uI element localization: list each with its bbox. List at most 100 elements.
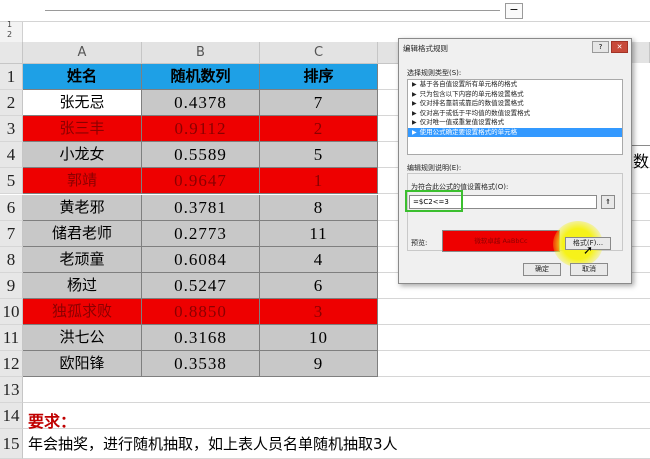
row-header-2[interactable]: 2 <box>0 90 23 117</box>
table-cell-rank[interactable]: 2 <box>260 116 378 143</box>
ok-button[interactable]: 确定 <box>523 263 561 276</box>
rule-type-label-text: 仅对唯一值或重复值设置格式 <box>419 118 505 126</box>
empty-cells-row-13 <box>23 377 650 404</box>
rule-type-list[interactable]: ▶ 基于各自值设置所有单元格的格式 ▶ 只为包含以下内容的单元格设置格式 ▶ 仅对排名靠前… <box>407 79 623 155</box>
table-cell-rank[interactable]: 4 <box>260 246 378 273</box>
table-cell-name[interactable]: 张无忌 <box>23 90 142 117</box>
table-cell-rank[interactable]: 3 <box>260 298 378 325</box>
row-header-5[interactable]: 5 <box>0 168 23 195</box>
outline-level-2[interactable]: 2 <box>7 30 12 39</box>
row-header-9[interactable]: 9 <box>0 272 23 299</box>
table-header-cell[interactable]: 姓名 <box>23 64 142 91</box>
table-cell-name[interactable]: 杨过 <box>23 272 142 299</box>
table-cell-rank[interactable]: 8 <box>260 194 378 221</box>
triangle-bullet-icon: ▶ <box>412 109 417 117</box>
triangle-bullet-icon: ▶ <box>412 100 417 107</box>
outline-level-buttons: 1 2 <box>0 20 23 42</box>
formula-annotation-box <box>405 190 463 212</box>
table-header-cell[interactable]: 随机数列 <box>142 64 260 91</box>
format-preview: 微软卓越 AaBbCc <box>442 230 560 252</box>
table-cell-name[interactable]: 独孤求败 <box>23 298 142 325</box>
formula-bar: − <box>0 0 650 22</box>
table-cell-value[interactable]: 0.9647 <box>142 168 260 195</box>
row-header-10[interactable]: 10 <box>0 298 23 325</box>
table-cell-rank[interactable]: 9 <box>260 351 378 378</box>
table-cell-name[interactable]: 欧阳锋 <box>23 351 142 378</box>
table-cell-name[interactable]: 储君老师 <box>23 220 142 247</box>
cancel-button[interactable]: 取消 <box>570 263 608 276</box>
row-header-3[interactable]: 3 <box>0 116 23 143</box>
empty-cells-row-12 <box>378 351 650 378</box>
rule-type-item[interactable]: ▶ 仅对高于或低于平均值的数值设置格式 <box>408 109 622 119</box>
rule-type-item[interactable]: ▶ 仅对排名靠前或靠后的数值设置格式 <box>408 99 622 109</box>
table-cell-name[interactable]: 小龙女 <box>23 142 142 169</box>
table-cell-value[interactable]: 0.4378 <box>142 90 260 117</box>
table-cell-rank[interactable]: 1 <box>260 168 378 195</box>
formula-bar-divider <box>45 10 500 11</box>
edit-format-rule-dialog: 编辑格式规则 ? ✕ 选择规则类型(S): ▶ 基于各自值设置所有单元格的格式 ▶ 只… <box>398 38 632 284</box>
table-cell-value[interactable]: 0.9112 <box>142 116 260 143</box>
table-cell-name[interactable]: 黄老邪 <box>23 194 142 221</box>
rule-type-label-text: 使用公式确定要设置格式的单元格 <box>419 127 518 136</box>
collapse-dialog-icon[interactable]: ⇑ <box>601 195 615 209</box>
table-cell-name[interactable]: 老顽童 <box>23 246 142 273</box>
table-cell-value[interactable]: 0.8850 <box>142 298 260 325</box>
table-cell-value[interactable]: 0.6084 <box>142 246 260 273</box>
row-header-4[interactable]: 4 <box>0 142 23 169</box>
table-cell-value[interactable]: 0.5247 <box>142 272 260 299</box>
close-icon[interactable]: ✕ <box>611 41 628 53</box>
row-header-12[interactable]: 12 <box>0 351 23 378</box>
table-cell-name[interactable]: 郭靖 <box>23 168 142 195</box>
dialog-title: 编辑格式规则 <box>403 44 448 53</box>
table-cell-value[interactable]: 0.5589 <box>142 142 260 169</box>
triangle-bullet-icon: ▶ <box>412 119 417 126</box>
table-cell-rank[interactable]: 6 <box>260 272 378 299</box>
table-cell-name[interactable]: 张三丰 <box>23 116 142 143</box>
dialog-window-buttons: ? ✕ <box>592 41 628 53</box>
row-header-8[interactable]: 8 <box>0 246 23 273</box>
rule-type-label-text: 仅对高于或低于平均值的数值设置格式 <box>419 108 531 117</box>
rule-type-item[interactable]: ▶ 仅对唯一值或重复值设置格式 <box>408 118 622 128</box>
table-cell-value[interactable]: 0.3538 <box>142 351 260 378</box>
requirements-text: 年会抽奖，进行随机抽取，如上表人员名单随机抽取3人 <box>28 435 398 453</box>
triangle-bullet-icon: ▶ <box>412 90 417 98</box>
column-header-b[interactable]: B <box>142 42 260 64</box>
table-cell-value[interactable]: 0.3781 <box>142 194 260 221</box>
table-cell-rank[interactable]: 7 <box>260 90 378 117</box>
rule-description-label: 编辑规则说明(E): <box>407 164 462 172</box>
collapse-formula-bar-button[interactable]: − <box>505 3 523 19</box>
rule-type-item[interactable]: ▶ 使用公式确定要设置格式的单元格 <box>408 127 622 137</box>
table-cell-rank[interactable]: 5 <box>260 142 378 169</box>
row-header-11[interactable]: 11 <box>0 325 23 352</box>
row-header-6[interactable]: 6 <box>0 194 23 221</box>
rule-type-label-text: 只为包含以下内容的单元格设置格式 <box>419 89 524 98</box>
table-cell-value[interactable]: 0.3168 <box>142 325 260 352</box>
column-header-c[interactable]: C <box>260 42 378 64</box>
empty-cells-row-14 <box>23 403 650 430</box>
table-cell-rank[interactable]: 11 <box>260 220 378 247</box>
column-header-a[interactable]: A <box>23 42 142 64</box>
table-cell-rank[interactable]: 10 <box>260 325 378 352</box>
help-icon[interactable]: ? <box>592 41 609 53</box>
rule-type-label-text: 基于各自值设置所有单元格的格式 <box>419 80 518 88</box>
rule-type-item[interactable]: ▶ 只为包含以下内容的单元格设置格式 <box>408 90 622 100</box>
row-header-7[interactable]: 7 <box>0 220 23 247</box>
select-all-corner[interactable] <box>0 42 23 64</box>
triangle-bullet-icon: ▶ <box>412 81 417 88</box>
table-cell-name[interactable]: 洪七公 <box>23 325 142 352</box>
rule-type-label: 选择规则类型(S): <box>407 69 462 77</box>
empty-cells-row-10 <box>378 298 650 325</box>
table-header-cell[interactable]: 排序 <box>260 64 378 91</box>
row-header-1[interactable]: 1 <box>0 64 23 91</box>
row-header-15[interactable]: 15 <box>0 429 23 459</box>
rule-type-label-text: 仅对排名靠前或靠后的数值设置格式 <box>419 99 524 107</box>
rule-type-item[interactable]: ▶ 基于各自值设置所有单元格的格式 <box>408 80 622 90</box>
row-header-13[interactable]: 13 <box>0 377 23 404</box>
requirements-title: 要求： <box>28 412 77 431</box>
row-header-14[interactable]: 14 <box>0 403 23 430</box>
hidden-column-text: 数 <box>633 152 650 171</box>
table-cell-value[interactable]: 0.2773 <box>142 220 260 247</box>
empty-cells-row-11 <box>378 325 650 352</box>
mouse-pointer-icon: ➚ <box>583 243 594 257</box>
outline-level-1[interactable]: 1 <box>7 20 12 29</box>
